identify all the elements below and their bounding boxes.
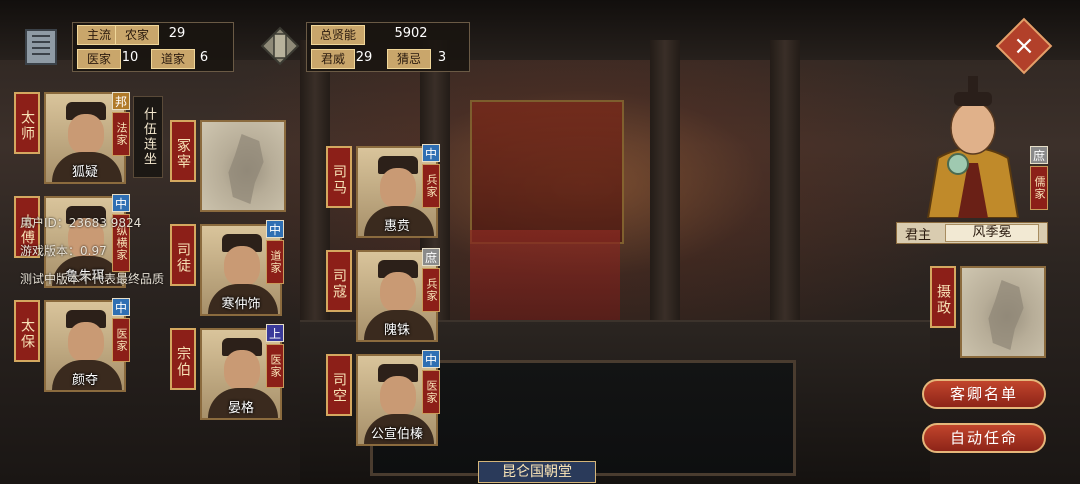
face <box>68 114 104 154</box>
school-label: 医家 <box>77 49 121 69</box>
merit-stats-panel: 总贤能 5902 君威 29 猜忌 3 <box>306 22 470 72</box>
rank-badge: 中 <box>266 220 284 238</box>
ruler-name: 风季冕 <box>945 224 1039 242</box>
face <box>380 376 416 416</box>
map-land <box>988 280 1024 350</box>
face <box>224 350 260 390</box>
rank-badge: 中 <box>112 298 130 316</box>
authority-label: 君威 <box>311 49 355 69</box>
rank-badge: 邦 <box>112 92 130 110</box>
office-title: 冢宰 <box>170 120 196 182</box>
office-title: 太师 <box>14 92 40 154</box>
rank-badge: 中 <box>422 144 440 162</box>
school-tag: 兵家 <box>422 268 440 312</box>
user-id-text: 用户ID：23683 9824 <box>20 216 142 230</box>
map-land <box>228 134 264 204</box>
empty-office-slot[interactable] <box>200 120 286 212</box>
close-icon: × <box>1013 31 1035 61</box>
office-title: 摄政 <box>930 266 956 328</box>
policy-tag: 什伍连坐 <box>133 96 163 178</box>
mainstream-value: 29 <box>168 26 186 41</box>
minister-name: 隗铢 <box>383 323 410 338</box>
office-title: 司空 <box>326 354 352 416</box>
office-title: 宗伯 <box>170 328 196 390</box>
minister-name: 颜夺 <box>71 373 98 388</box>
rank-badge: 中 <box>112 194 130 212</box>
school-value: 6 <box>199 50 209 65</box>
face <box>68 322 104 362</box>
ruler-name-row: 君主 风季冕 <box>896 222 1048 244</box>
total-merit-value: 5902 <box>394 26 428 41</box>
ruler-label: 君主 <box>905 228 932 243</box>
suspicion-value: 3 <box>437 50 447 65</box>
minister-name: 惠贲 <box>383 219 410 234</box>
mainstream-school: 农家 <box>115 25 159 45</box>
face <box>380 272 416 312</box>
office-title: 司马 <box>326 146 352 208</box>
school-tag: 道家 <box>266 240 284 284</box>
minister-name: 狐疑 <box>71 165 98 180</box>
school-tag: 医家 <box>266 344 284 388</box>
office-title: 司寇 <box>326 250 352 312</box>
test-notice-text: 测试中版本不代表最终品质 <box>20 272 165 286</box>
scroll-icon <box>25 29 57 65</box>
school-tag: 法家 <box>112 112 130 156</box>
throne <box>470 100 624 244</box>
ruler-rank-badge: 庶 <box>1030 146 1048 164</box>
jade-emblem-icon <box>260 26 300 66</box>
empty-office-slot[interactable] <box>960 266 1046 358</box>
school-tag: 医家 <box>112 318 130 362</box>
guest-list-button[interactable]: 客卿名单 <box>922 379 1046 409</box>
rank-badge: 中 <box>422 350 440 368</box>
school-label: 道家 <box>151 49 195 69</box>
ruler-portrait[interactable] <box>918 68 1028 218</box>
school-stats-panel: 主流 农家 29 医家 10 道家 6 <box>72 22 234 72</box>
authority-value: 29 <box>355 50 373 65</box>
face <box>224 246 260 286</box>
minister-name: 晏格 <box>227 401 254 416</box>
school-tag: 兵家 <box>422 164 440 208</box>
suspicion-label: 猜忌 <box>387 49 431 69</box>
rank-badge: 庶 <box>422 248 440 266</box>
version-text: 游戏版本：0.97 <box>20 244 107 258</box>
ruler-school-tag: 儒家 <box>1030 166 1048 210</box>
rank-badge: 上 <box>266 324 284 342</box>
face <box>380 168 416 208</box>
auto-appoint-button[interactable]: 自动任命 <box>922 423 1046 453</box>
school-value: 10 <box>121 50 139 65</box>
minister-name: 公宣伯榛 <box>370 427 423 442</box>
school-tag: 医家 <box>422 370 440 414</box>
office-title: 司徒 <box>170 224 196 286</box>
total-merit-label: 总贤能 <box>311 25 365 45</box>
court-name-banner: 昆仑国朝堂 <box>478 461 596 483</box>
office-title: 太保 <box>14 300 40 362</box>
minister-name: 寒仲饰 <box>221 297 261 312</box>
